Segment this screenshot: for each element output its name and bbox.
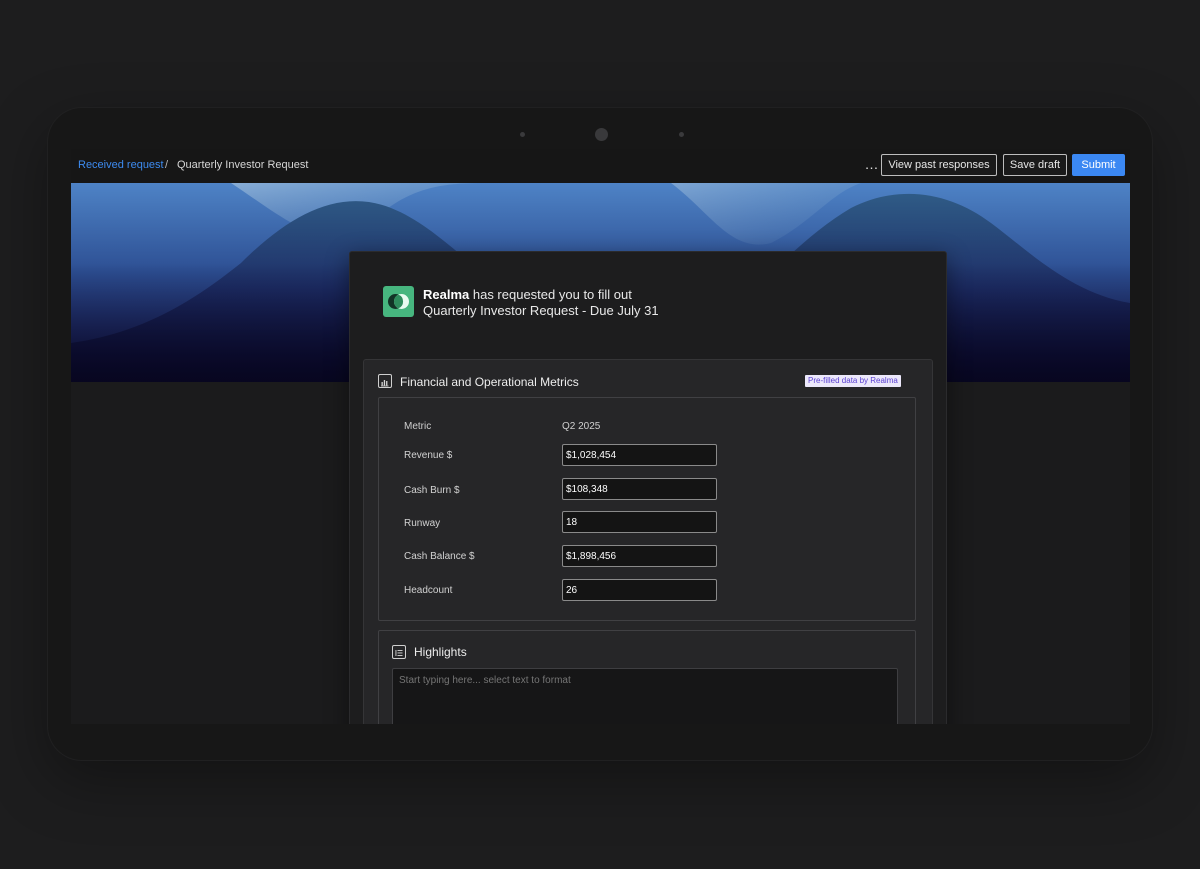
top-bar: Received request / Quarterly Investor Re… — [71, 149, 1130, 183]
save-draft-button[interactable]: Save draft — [1003, 154, 1067, 176]
breadcrumb-separator: / — [165, 159, 169, 171]
requester-company: Realma — [423, 287, 470, 302]
realma-logo-icon — [383, 286, 414, 317]
revenue-label: Revenue $ — [404, 450, 453, 461]
list-icon — [392, 645, 406, 659]
form-section: Financial and Operational Metrics Pre-fi… — [363, 359, 933, 724]
revenue-input[interactable] — [562, 444, 717, 466]
cash-balance-label: Cash Balance $ — [404, 551, 475, 562]
request-message-text: has requested you to fill out — [469, 287, 632, 302]
period-column-header: Q2 2025 — [562, 421, 601, 432]
highlights-section: Highlights — [378, 630, 916, 724]
runway-input[interactable] — [562, 511, 717, 533]
metrics-table: Metric Q2 2025 Revenue $ Cash Burn $ Run… — [378, 397, 916, 621]
headcount-label: Headcount — [404, 585, 453, 596]
headcount-input[interactable] — [562, 579, 717, 601]
highlights-editor[interactable] — [392, 668, 898, 724]
request-title: Quarterly Investor Request - Due July 31 — [423, 303, 659, 318]
sensor-dot — [679, 132, 684, 137]
camera — [595, 128, 608, 141]
sensor-dot — [520, 132, 525, 137]
runway-label: Runway — [404, 518, 441, 529]
metrics-section-title: Financial and Operational Metrics — [400, 375, 579, 389]
prefilled-badge: Pre-filled data by Realma — [805, 375, 901, 387]
request-message: Realma has requested you to fill out — [423, 287, 632, 302]
view-past-responses-button[interactable]: View past responses — [881, 154, 997, 176]
cash-burn-input[interactable] — [562, 478, 717, 500]
app-screen: Received request / Quarterly Investor Re… — [71, 149, 1130, 724]
metric-column-header: Metric — [404, 421, 432, 432]
cash-burn-label: Cash Burn $ — [404, 485, 460, 496]
request-card: Realma has requested you to fill out Qua… — [349, 251, 947, 724]
breadcrumb-received-request-link[interactable]: Received request — [78, 159, 164, 171]
more-options-icon[interactable]: … — [864, 156, 879, 174]
breadcrumb-current-page: Quarterly Investor Request — [177, 159, 309, 171]
bar-chart-icon — [378, 374, 392, 388]
highlights-title: Highlights — [414, 645, 467, 659]
submit-button[interactable]: Submit — [1072, 154, 1125, 176]
cash-balance-input[interactable] — [562, 545, 717, 567]
